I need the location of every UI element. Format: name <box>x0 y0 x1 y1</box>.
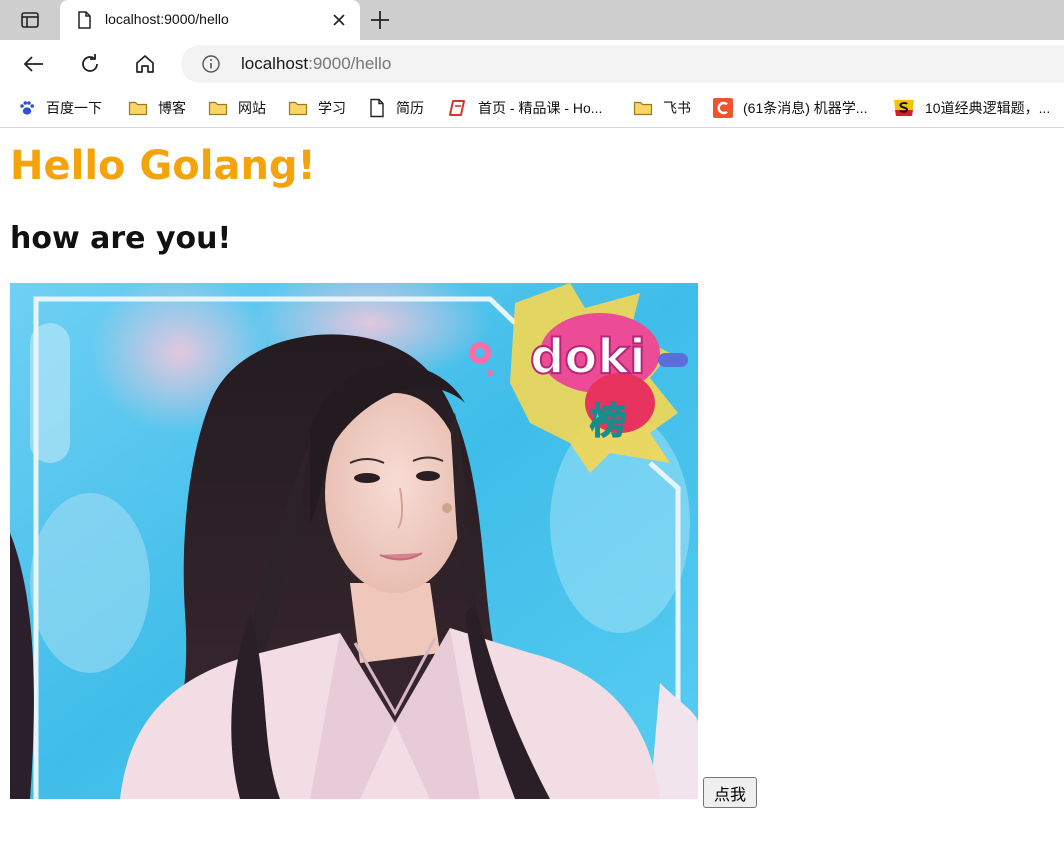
bookmark-folder-blog[interactable]: 博客 <box>128 96 186 120</box>
bookmark-resume[interactable]: 简历 <box>368 96 424 120</box>
doki-logo-subtext: 榜 <box>590 401 626 442</box>
bookmark-label: 简历 <box>396 100 424 116</box>
paw-icon <box>20 101 34 115</box>
bookmark-course-home[interactable]: 首页 - 精品课 - Ho... <box>448 96 602 120</box>
folder-icon <box>208 101 228 116</box>
address-bar[interactable]: localhost:9000/hello <box>181 45 1064 83</box>
folder-icon <box>288 101 308 116</box>
url-path: :9000/hello <box>308 54 392 73</box>
url-host: localhost <box>241 54 309 73</box>
bookmark-label: 学习 <box>318 100 346 116</box>
tab-actions-icon <box>21 12 39 28</box>
reload-icon[interactable] <box>78 52 102 76</box>
csdn-c-icon <box>713 98 733 118</box>
bookmark-label: 飞书 <box>663 100 691 116</box>
portrait-image: doki 榜 <box>10 283 698 799</box>
folder-icon <box>633 101 653 116</box>
document-icon <box>78 11 91 29</box>
red-logo-icon <box>449 100 465 116</box>
new-tab-icon[interactable] <box>368 8 392 32</box>
folder-icon <box>128 101 148 116</box>
home-icon[interactable] <box>133 52 157 76</box>
bookmark-logic-puzzles[interactable]: 10道经典逻辑题，... <box>893 96 1050 120</box>
bookmarks-bar: 百度一下 博客 网站 学习 简历 首页 - 精品课 - Ho... 飞书 (61… <box>0 88 1064 128</box>
info-icon[interactable] <box>201 54 221 74</box>
url-text[interactable]: localhost:9000/hello <box>241 54 391 74</box>
bookmark-folder-feishu[interactable]: 飞书 <box>633 96 691 120</box>
bookmark-label: 10道经典逻辑题，... <box>925 100 1051 116</box>
tab-strip: localhost:9000/hello <box>0 0 1064 40</box>
click-me-button[interactable]: 点我 <box>703 777 757 808</box>
bookmark-folder-study[interactable]: 学习 <box>288 96 346 120</box>
bookmark-label: (61条消息) 机器学... <box>743 100 868 116</box>
bookmark-label: 网站 <box>238 100 266 116</box>
close-icon[interactable] <box>329 10 349 30</box>
browser-toolbar: localhost:9000/hello <box>0 40 1064 88</box>
doki-logo-text: doki <box>530 329 646 385</box>
tab-actions-button[interactable] <box>10 9 50 31</box>
bookmark-label: 百度一下 <box>46 100 102 116</box>
portrait-drawing: doki 榜 <box>10 283 698 799</box>
bookmark-folder-sites[interactable]: 网站 <box>208 96 266 120</box>
s-logo-icon <box>894 100 914 116</box>
page-subheading: how are you! <box>10 221 232 256</box>
bookmark-label: 首页 - 精品课 - Ho... <box>478 100 603 116</box>
document-icon <box>370 98 384 118</box>
active-tab[interactable]: localhost:9000/hello <box>60 0 360 40</box>
back-arrow-icon[interactable] <box>22 52 46 76</box>
bookmark-csdn[interactable]: (61条消息) 机器学... <box>713 96 867 120</box>
page-heading: Hello Golang! <box>10 143 316 189</box>
bookmark-baidu[interactable]: 百度一下 <box>18 96 102 120</box>
tab-title: localhost:9000/hello <box>105 11 229 27</box>
bookmark-label: 博客 <box>158 100 186 116</box>
